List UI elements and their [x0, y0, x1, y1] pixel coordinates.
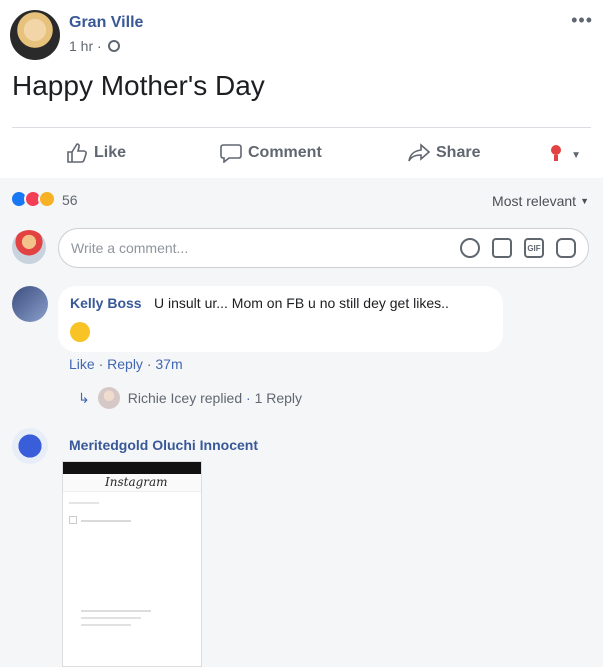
commenter-avatar[interactable] [12, 428, 48, 464]
haha-reaction-icon [38, 190, 56, 208]
chevron-down-icon: ▼ [571, 150, 581, 161]
comment-timestamp[interactable]: 37m [155, 356, 182, 372]
screenshot-text-line [81, 617, 141, 619]
globe-icon [107, 40, 120, 52]
screenshot-text-line [81, 624, 131, 626]
composer-icons: GIF [460, 238, 576, 258]
replier-avatar [97, 387, 120, 409]
reaction-count[interactable]: 56 [62, 192, 78, 208]
emoji-icon[interactable] [460, 238, 480, 258]
laughing-emoji-icon [70, 322, 90, 342]
screenshot-checkbox [69, 516, 77, 524]
instagram-header: Instagram [63, 474, 201, 492]
commenter-name[interactable]: Kelly Boss [70, 295, 142, 311]
phone-status-bar [63, 462, 201, 474]
comment-actions: Like · Reply · 37m [69, 356, 183, 372]
comment-like-link[interactable]: Like [69, 356, 95, 372]
comment-input-placeholder: Write a comment... [71, 240, 189, 256]
sticker-icon[interactable] [556, 238, 576, 258]
comment-button[interactable]: Comment [220, 143, 322, 163]
user-profile-icon [547, 143, 565, 168]
commenter-avatar[interactable] [12, 286, 48, 322]
more-options-button[interactable]: ••• [571, 10, 593, 31]
comment-item: Meritedgold Oluchi Innocent Instagram [12, 428, 589, 667]
post-action-bar: Like Comment Share ▼ [12, 127, 591, 177]
screenshot-text-line [69, 502, 99, 504]
author-avatar[interactable] [10, 10, 60, 60]
comment-label: Comment [248, 144, 322, 161]
comment-composer: Write a comment... GIF [12, 228, 589, 268]
instagram-logo-text: Instagram [105, 475, 168, 489]
comment-input[interactable]: Write a comment... GIF [58, 228, 589, 268]
like-button[interactable]: Like [66, 143, 126, 163]
speech-bubble-icon [220, 143, 242, 163]
reply-count: 1 Reply [254, 390, 303, 406]
replier-text: Richie Icey replied · 1 Reply [127, 390, 303, 406]
comment-bubble: Kelly Boss U insult ur... Mom on FB u no… [58, 286, 503, 352]
post-header: Gran Ville 1 hr · ••• [10, 10, 593, 60]
replies-summary[interactable]: ↳ Richie Icey replied · 1 Reply [78, 387, 302, 409]
replier-name: Richie Icey replied [127, 390, 243, 406]
share-label: Share [436, 144, 481, 161]
gif-icon[interactable]: GIF [524, 238, 544, 258]
post-author-name[interactable]: Gran Ville [69, 14, 143, 32]
post-text: Happy Mother's Day [12, 70, 265, 101]
thumbs-up-icon [66, 143, 88, 163]
sort-comments-dropdown[interactable]: Most relevant [492, 193, 589, 209]
comment-reply-link[interactable]: Reply [107, 356, 143, 372]
share-arrow-icon [408, 143, 430, 163]
camera-icon[interactable] [492, 238, 512, 258]
current-user-avatar [12, 230, 46, 264]
reactions-row: 56 Most relevant [10, 190, 589, 212]
comment-attached-screenshot[interactable]: Instagram [62, 461, 202, 667]
share-button[interactable]: Share [408, 143, 480, 163]
comment-item: Kelly Boss U insult ur... Mom on FB u no… [12, 286, 589, 409]
comment-text: U insult ur... Mom on FB u no still dey … [154, 295, 449, 311]
react-as-selector[interactable]: ▼ [547, 143, 581, 168]
post-meta: 1 hr · [69, 38, 120, 54]
reply-arrow-icon: ↳ [78, 389, 90, 406]
screenshot-text-line [81, 520, 131, 522]
screenshot-text-line [81, 610, 151, 612]
like-label: Like [94, 144, 127, 161]
post-time[interactable]: 1 hr · [69, 38, 102, 54]
commenter-name[interactable]: Meritedgold Oluchi Innocent [69, 437, 258, 453]
